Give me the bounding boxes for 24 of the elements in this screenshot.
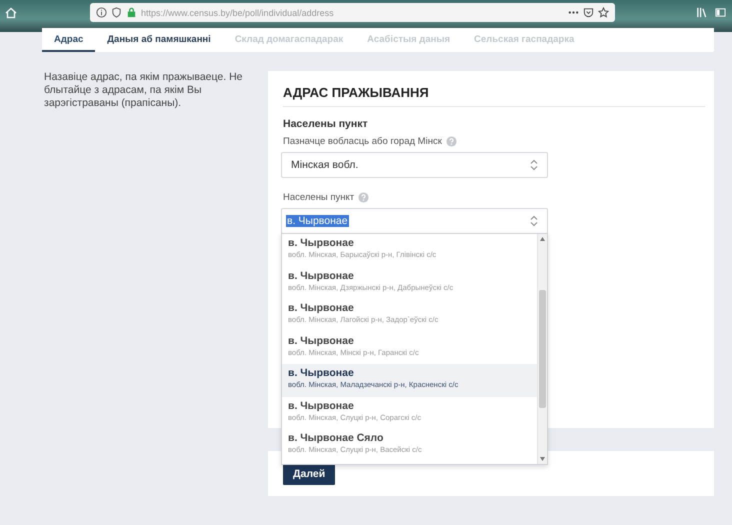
chevron-icon bbox=[530, 159, 538, 171]
field-label: Пазначце вобласць або горад Мінск bbox=[283, 136, 442, 147]
shield-icon[interactable] bbox=[111, 7, 122, 18]
field-label: Населены пункт bbox=[283, 192, 354, 203]
scroll-up-icon[interactable] bbox=[540, 237, 545, 241]
chevron-icon bbox=[530, 215, 538, 227]
instruction-text: Назавіце адрас, па якім пражываеце. Не блытайце з адрасам, па якім Вы зарэгістраваны (прапісаны). bbox=[44, 71, 244, 111]
lock-icon bbox=[126, 7, 137, 18]
locality-input[interactable]: в. Чырвонае bbox=[281, 208, 548, 234]
info-icon[interactable] bbox=[96, 7, 107, 18]
section-heading: Населены пункт bbox=[283, 118, 369, 130]
tab[interactable]: Даныя аб памяшканні bbox=[95, 28, 223, 52]
url-text: https://www.census.by/be/poll/individual/address bbox=[141, 8, 335, 18]
tab[interactable]: Адрас bbox=[42, 28, 96, 52]
sidebar-icon[interactable] bbox=[715, 7, 726, 18]
star-icon[interactable] bbox=[598, 7, 609, 18]
pocket-icon[interactable] bbox=[583, 7, 594, 18]
scrollbar[interactable] bbox=[537, 234, 547, 464]
scroll-thumb[interactable] bbox=[539, 290, 546, 408]
home-icon[interactable] bbox=[5, 7, 17, 19]
form-title: АДРАС ПРАЖЫВАННЯ bbox=[283, 83, 705, 107]
region-select[interactable]: Мінская вобл. bbox=[281, 152, 548, 178]
scroll-down-icon[interactable] bbox=[540, 457, 545, 461]
library-icon[interactable] bbox=[696, 7, 707, 18]
